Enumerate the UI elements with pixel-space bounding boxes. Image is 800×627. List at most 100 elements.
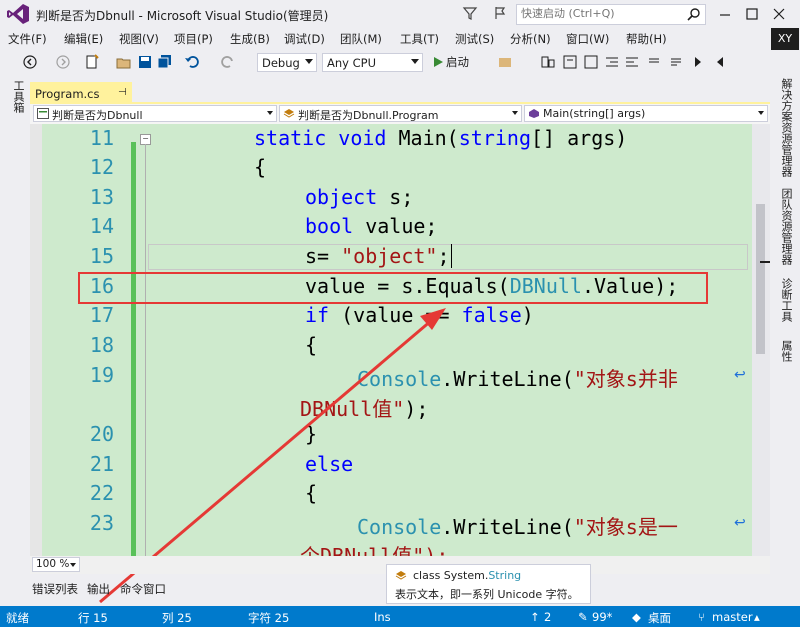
bookmark-icon[interactable] (540, 54, 556, 70)
class-name: 判断是否为Dbnull.Program (298, 109, 439, 122)
menu-analyze[interactable]: 分析(N) (510, 31, 551, 47)
class-dropdown[interactable]: 判断是否为Dbnull.Program (279, 105, 522, 122)
code-line-12: { (254, 155, 267, 179)
team-explorer-tab[interactable]: 团队资源管理器 (778, 188, 794, 265)
code-line-18: { (305, 333, 318, 357)
quick-launch-box[interactable] (516, 4, 706, 25)
line-number: 19 (89, 363, 114, 387)
bookmark-next-icon[interactable] (690, 54, 706, 70)
feedback-filter-icon[interactable] (462, 5, 478, 21)
code-line-22: { (305, 481, 318, 505)
menu-help[interactable]: 帮助(H) (626, 31, 667, 47)
chevron-down-icon (267, 111, 273, 115)
platform-value: Any CPU (327, 56, 376, 70)
status-char: 字符 25 (248, 611, 290, 625)
new-project-icon[interactable] (84, 54, 100, 70)
chevron-up-icon[interactable]: ▴ (754, 610, 760, 624)
indent-icon[interactable] (604, 54, 620, 70)
menu-view[interactable]: 视图(V) (119, 31, 159, 47)
line-number: 13 (89, 185, 114, 209)
vertical-scrollbar[interactable] (752, 124, 770, 556)
menu-test[interactable]: 测试(S) (455, 31, 494, 47)
code-line-11: static void Main(string[] args) (254, 126, 628, 150)
menu-bar: 文件(F) 编辑(E) 视图(V) 项目(P) 生成(B) 调试(D) 团队(M… (0, 28, 770, 48)
redo-icon[interactable] (220, 54, 236, 70)
browser-link-icon[interactable] (497, 54, 513, 70)
account-avatar[interactable]: XY (771, 28, 799, 50)
code-editor[interactable]: − 11 12 13 14 15 16 17 18 19 20 21 22 23… (30, 124, 770, 556)
forward-icon[interactable] (55, 54, 71, 70)
pending-changes-icon[interactable]: ✎ (578, 610, 588, 624)
scrollbar-thumb[interactable] (756, 204, 765, 354)
minimize-icon[interactable] (717, 6, 733, 22)
tab-error-list[interactable]: 错误列表 (32, 581, 78, 597)
code-line-15: s= "object"; (305, 244, 452, 268)
comment-icon[interactable] (646, 54, 662, 70)
notifications-flag-icon[interactable] (492, 5, 508, 21)
line-number: 22 (89, 481, 114, 505)
tab-command-window[interactable]: 命令窗口 (120, 581, 166, 597)
save-all-icon[interactable] (157, 54, 173, 70)
chevron-down-icon (512, 111, 518, 115)
line-number: 17 (89, 303, 114, 327)
line-number: 23 (89, 511, 114, 535)
class-icon (283, 109, 295, 118)
project-dropdown[interactable]: 判断是否为Dbnull (33, 105, 277, 122)
menu-file[interactable]: 文件(F) (8, 31, 47, 47)
code-line-14: bool value; (305, 214, 438, 238)
save-icon[interactable] (137, 54, 153, 70)
outdent-icon[interactable] (624, 54, 640, 70)
play-icon (434, 57, 443, 67)
code-line-13: object s; (305, 185, 414, 209)
tab-program-cs[interactable]: Program.cs ⊣ (30, 82, 132, 104)
maximize-icon[interactable] (744, 6, 760, 22)
tab-output[interactable]: 输出 (87, 581, 110, 597)
solution-explorer-tab[interactable]: 解决方案资源管理器 (778, 78, 794, 177)
menu-tools[interactable]: 工具(T) (400, 31, 439, 47)
chevron-down-icon (411, 59, 419, 64)
platform-select[interactable]: Any CPU (322, 53, 423, 72)
toolbox-tab[interactable]: 工具箱 (8, 80, 26, 130)
quick-launch-input[interactable] (517, 5, 685, 22)
menu-project[interactable]: 项目(P) (174, 31, 213, 47)
code-line-17: if (value == false) (305, 303, 534, 327)
right-tool-tabs: 解决方案资源管理器 团队资源管理器 诊断工具 属性 (772, 78, 800, 368)
pin-icon[interactable]: ⊣ (118, 87, 127, 98)
member-dropdown[interactable]: Main(string[] args) (524, 105, 768, 122)
menu-debug[interactable]: 调试(D) (284, 31, 325, 47)
window-title: 判断是否为Dbnull - Microsoft Visual Studio(管理… (36, 9, 329, 23)
branch-icon[interactable]: ⑂ (698, 610, 705, 624)
undo-icon[interactable] (184, 54, 200, 70)
line-number: 18 (89, 333, 114, 357)
uncomment-icon[interactable] (668, 54, 684, 70)
menu-build[interactable]: 生成(B) (230, 31, 270, 47)
title-bar: 判断是否为Dbnull - Microsoft Visual Studio(管理… (0, 0, 800, 28)
bookmark-prev-icon[interactable] (712, 54, 728, 70)
bottom-panel-tabs: 错误列表 输出 命令窗口 (30, 578, 430, 600)
publish-up-icon[interactable]: ↑ (530, 610, 540, 624)
toggle-comment-icon[interactable] (583, 54, 599, 70)
status-repository[interactable]: 桌面 (648, 610, 671, 626)
zoom-select[interactable]: 100 % (32, 557, 80, 572)
line-number: 20 (89, 422, 114, 446)
status-branch[interactable]: master (712, 610, 753, 624)
start-debugging-button[interactable]: 启动 (432, 53, 484, 71)
search-icon[interactable] (687, 7, 701, 21)
chevron-down-icon (758, 111, 764, 115)
code-line-23-wrap: 个DBNull值"); (300, 544, 449, 556)
configuration-select[interactable]: Debug (257, 53, 317, 72)
csharp-project-icon (37, 108, 49, 119)
menu-window[interactable]: 窗口(W) (566, 31, 609, 47)
close-icon[interactable] (771, 6, 787, 22)
status-row: 行 15 (78, 611, 108, 625)
back-icon[interactable] (22, 54, 38, 70)
menu-team[interactable]: 团队(M) (340, 31, 382, 47)
menu-edit[interactable]: 编辑(E) (64, 31, 103, 47)
open-file-icon[interactable] (116, 54, 132, 70)
status-pending-changes[interactable]: 99* (592, 610, 612, 624)
properties-tab[interactable]: 属性 (778, 340, 794, 362)
diagnostic-tools-tab[interactable]: 诊断工具 (778, 278, 794, 322)
repository-icon[interactable]: ◆ (632, 610, 641, 624)
status-unpushed-count[interactable]: 2 (544, 610, 551, 624)
solution-explorer-sync-icon[interactable] (562, 54, 578, 70)
